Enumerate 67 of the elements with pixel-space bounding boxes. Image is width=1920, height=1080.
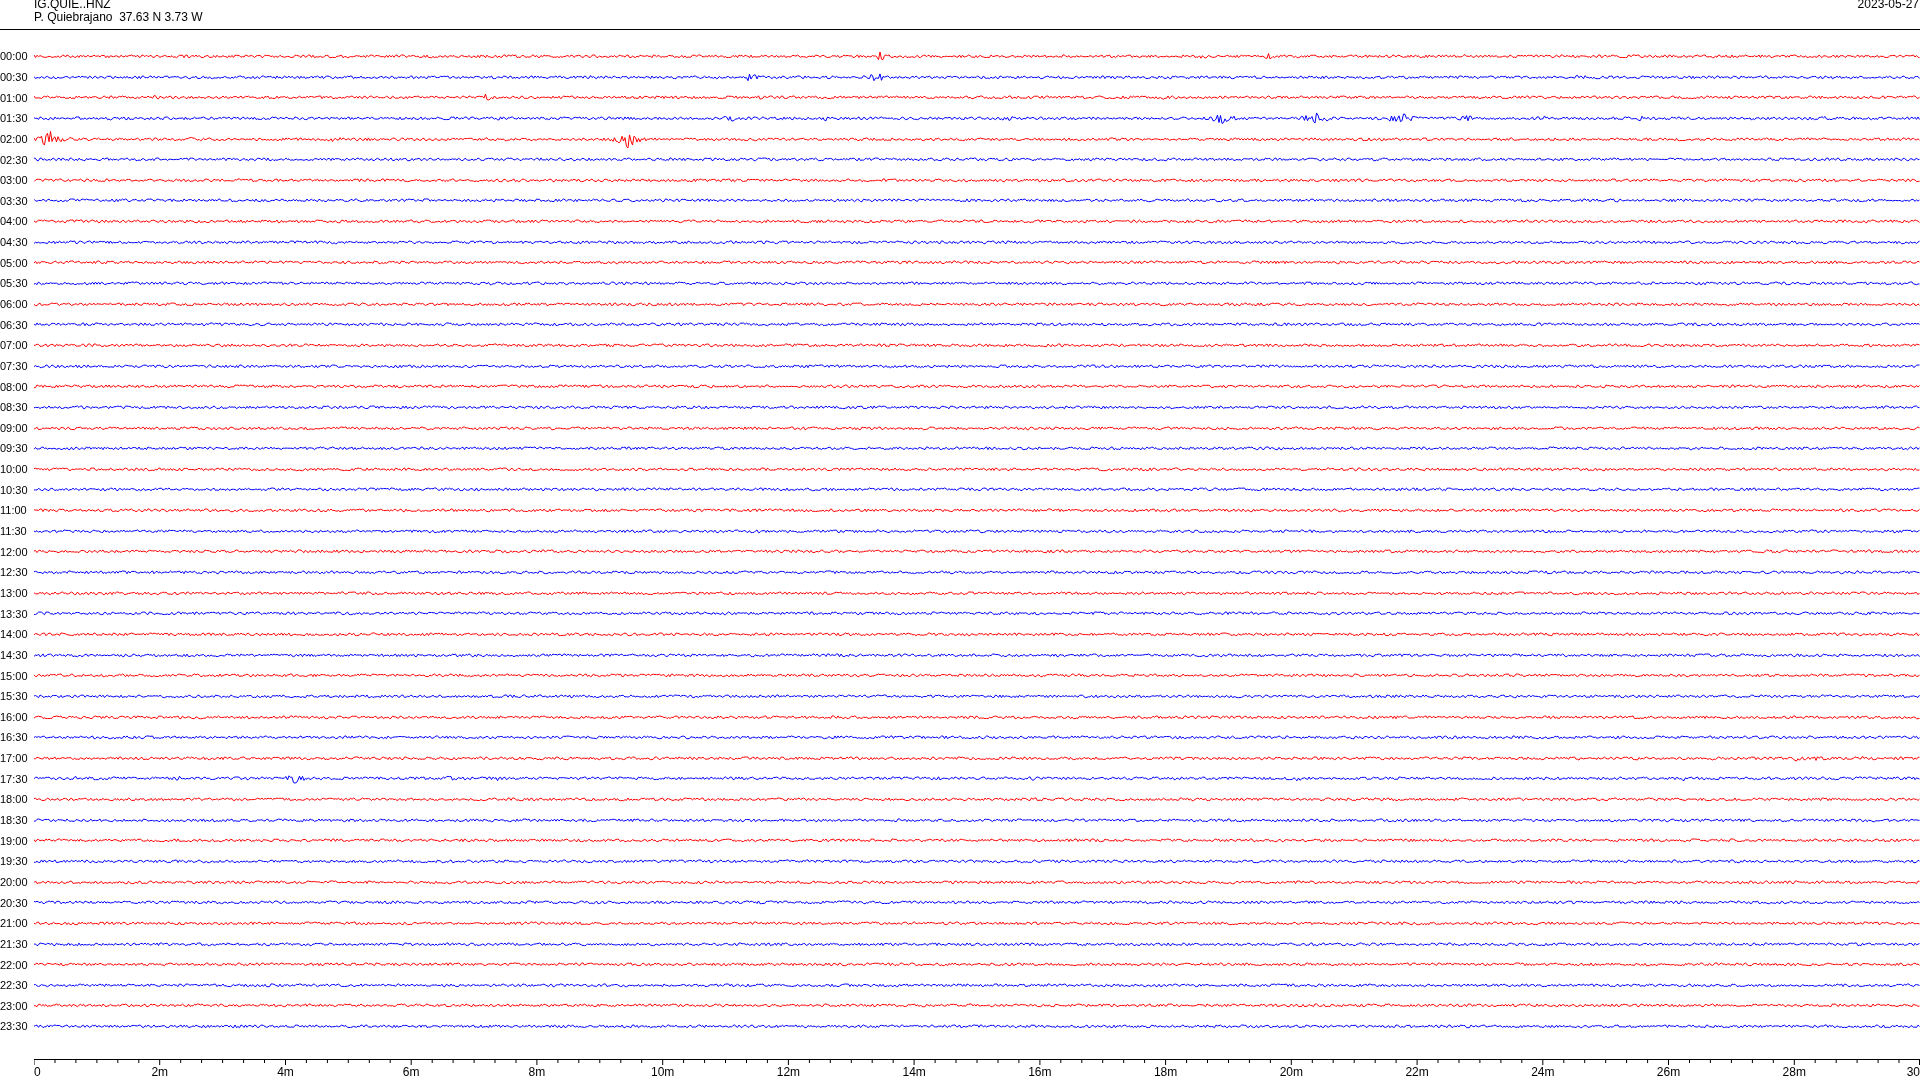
time-label: 02:00 <box>0 132 29 145</box>
time-label: 12:00 <box>0 545 29 558</box>
time-label: 05:00 <box>0 256 29 269</box>
time-label: 21:00 <box>0 917 29 930</box>
time-label: 12:30 <box>0 566 29 579</box>
axis-tick-label: 26m <box>1656 1064 1681 1079</box>
axis-tick-label: 22m <box>1405 1064 1429 1079</box>
time-label: 20:00 <box>0 875 29 888</box>
axis-tick-label: 20m <box>1279 1064 1303 1079</box>
time-label: 08:30 <box>0 401 29 414</box>
time-label: 23:30 <box>0 1020 29 1033</box>
time-label: 14:00 <box>0 628 29 641</box>
time-label: 00:00 <box>0 50 29 63</box>
time-label: 04:00 <box>0 215 29 228</box>
time-label: 20:30 <box>0 896 29 909</box>
time-label: 17:00 <box>0 752 29 765</box>
time-label: 21:30 <box>0 937 29 950</box>
time-label: 10:00 <box>0 463 29 476</box>
axis-tick-label: 14m <box>902 1064 926 1079</box>
axis-tick-label: 4m <box>277 1064 294 1079</box>
axis-tick-label: 0 <box>34 1064 41 1079</box>
axis-tick-label: 24m <box>1531 1064 1555 1079</box>
time-label: 04:30 <box>0 236 29 249</box>
axis-tick-label: 12m <box>776 1064 801 1079</box>
time-label: 09:30 <box>0 442 29 455</box>
time-label: 06:30 <box>0 318 29 331</box>
time-label: 19:00 <box>0 834 29 847</box>
time-label: 11:00 <box>0 504 28 517</box>
time-label: 03:30 <box>0 194 29 207</box>
axis-tick-label: 8m <box>528 1064 546 1079</box>
time-label: 16:00 <box>0 710 29 723</box>
axis-tick-label: 6m <box>402 1064 420 1079</box>
time-label: 14:30 <box>0 648 29 661</box>
time-label: 06:00 <box>0 298 29 310</box>
station-location: P. Quiebrajano 37.63 N 3.73 W <box>34 11 203 24</box>
time-label: 05:30 <box>0 277 29 290</box>
time-label: 23:00 <box>0 999 29 1012</box>
time-label: 09:00 <box>0 421 29 434</box>
time-label: 13:00 <box>0 586 29 599</box>
time-label: 00:30 <box>0 70 29 83</box>
axis-tick-label: 18m <box>1153 1064 1178 1079</box>
station-code: IG.QUIE..HNZ <box>34 0 112 11</box>
time-label: 15:00 <box>0 669 29 682</box>
time-label: 17:30 <box>0 772 29 785</box>
time-label: 01:00 <box>0 91 29 104</box>
axis-tick-label: 2m <box>151 1064 169 1079</box>
date-label: 2023-05-27 <box>1857 0 1920 13</box>
time-label: 01:30 <box>0 112 29 125</box>
time-label: 07:00 <box>0 339 29 352</box>
time-label: 13:30 <box>0 607 29 620</box>
time-label: 22:00 <box>0 958 29 971</box>
time-label: 10:30 <box>0 483 29 496</box>
axis-tick-label: 30 <box>1906 1064 1920 1079</box>
time-label: 08:00 <box>0 380 29 393</box>
time-label: 02:30 <box>0 153 29 166</box>
axis-tick-label: 28m <box>1782 1064 1806 1079</box>
axis-tick-label: 10m <box>651 1064 675 1079</box>
time-label: 18:00 <box>0 793 29 806</box>
time-label: 03:00 <box>0 174 29 187</box>
axis-tick-label: 16m <box>1028 1064 1052 1079</box>
time-label: 11:30 <box>0 525 28 538</box>
time-label: 19:30 <box>0 855 29 868</box>
time-label: 22:30 <box>0 979 29 992</box>
time-label: 18:30 <box>0 814 29 826</box>
time-label: 07:30 <box>0 359 29 372</box>
time-label: 15:30 <box>0 690 29 703</box>
time-label: 16:30 <box>0 731 29 744</box>
